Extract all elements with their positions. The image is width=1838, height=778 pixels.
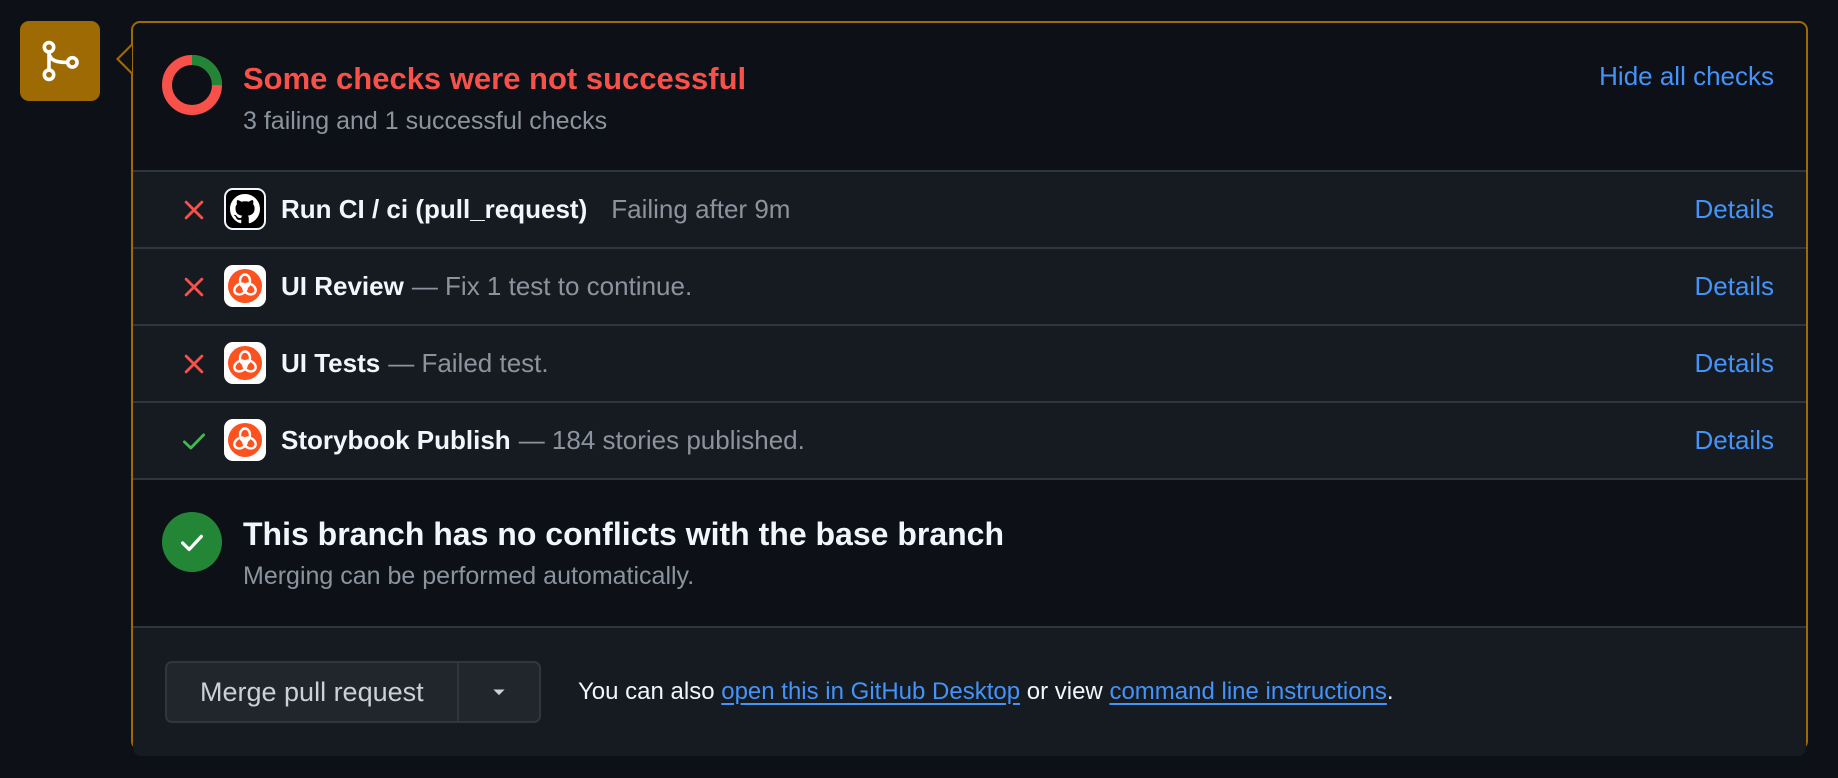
note-middle: or view	[1026, 678, 1103, 705]
chromatic-icon	[224, 419, 266, 461]
check-row: Run CI / ci (pull_request) Failing after…	[133, 172, 1806, 249]
hide-all-checks-link[interactable]: Hide all checks	[1599, 61, 1774, 92]
check-details-link[interactable]: Details	[1695, 172, 1774, 247]
check-name: Storybook Publish	[281, 425, 511, 455]
checks-summary-subtitle: 3 failing and 1 successful checks	[243, 107, 608, 135]
chromatic-icon	[224, 342, 266, 384]
checks-donut-icon	[162, 55, 222, 115]
merge-options-dropdown[interactable]	[456, 663, 539, 721]
check-details-link[interactable]: Details	[1695, 249, 1774, 324]
merge-box: Some checks were not successful 3 failin…	[131, 21, 1808, 756]
merge-alternatives-note: You can also open this in GitHub Desktop…	[578, 661, 1394, 723]
check-name: UI Review	[281, 271, 404, 301]
git-merge-icon	[42, 40, 79, 82]
check-description: — Fix 1 test to continue.	[411, 271, 693, 301]
github-icon	[224, 188, 266, 230]
checks-summary: Some checks were not successful 3 failin…	[133, 23, 1806, 172]
x-icon	[184, 200, 204, 220]
check-name: UI Tests	[281, 348, 381, 378]
check-circle-icon	[162, 512, 222, 572]
open-desktop-link[interactable]: open this in GitHub Desktop	[721, 678, 1020, 706]
check-details-link[interactable]: Details	[1695, 403, 1774, 478]
conflicts-section: This branch has no conflicts with the ba…	[133, 480, 1806, 628]
merge-pull-request-button[interactable]: Merge pull request	[167, 663, 457, 721]
check-name: Run CI / ci (pull_request)	[281, 194, 588, 224]
check-row: UI Tests — Failed test. Details	[133, 326, 1806, 403]
check-row: UI Review — Fix 1 test to continue. Deta…	[133, 249, 1806, 326]
conflicts-title: This branch has no conflicts with the ba…	[243, 516, 1005, 552]
check-description: — Failed test.	[388, 348, 549, 378]
check-details-link[interactable]: Details	[1695, 326, 1774, 401]
triangle-down-icon	[493, 689, 505, 696]
x-icon	[184, 354, 204, 374]
check-description: Failing after 9m	[611, 194, 791, 224]
check-description: — 184 stories published.	[518, 425, 805, 455]
command-line-link[interactable]: command line instructions	[1109, 678, 1386, 706]
panel-pointer-fill	[119, 46, 132, 72]
checks-summary-title: Some checks were not successful	[243, 61, 747, 96]
x-icon	[184, 277, 204, 297]
merge-actions: Merge pull request You can also open thi…	[133, 628, 1806, 756]
merge-status-icon-box	[20, 21, 100, 101]
conflicts-subtitle: Merging can be performed automatically.	[243, 562, 695, 590]
check-icon	[182, 433, 206, 450]
chromatic-icon	[224, 265, 266, 307]
check-row: Storybook Publish — 184 stories publishe…	[133, 403, 1806, 480]
merge-button-group: Merge pull request	[165, 661, 541, 723]
note-prefix: You can also	[578, 678, 715, 705]
note-suffix: .	[1386, 678, 1394, 705]
